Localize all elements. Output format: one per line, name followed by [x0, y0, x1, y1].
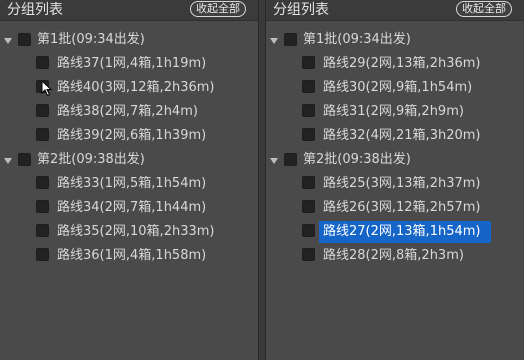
- group-label: 第1批(09:34出发): [37, 32, 145, 47]
- group-tree: 第1批(09:34出发) 路线29(2网,13箱,2h36m) 路线30(2网,…: [266, 30, 524, 270]
- route-row[interactable]: 路线28(2网,8箱,2h3m): [266, 246, 524, 270]
- group-row[interactable]: 第2批(09:38出发): [0, 150, 258, 174]
- route-checkbox[interactable]: [36, 56, 49, 69]
- panel-divider[interactable]: [258, 0, 266, 360]
- group-tree: 第1批(09:34出发) 路线37(1网,4箱,1h19m) 路线40(3网,1…: [0, 30, 258, 270]
- route-label: 路线36(1网,4箱,1h58m): [57, 248, 207, 263]
- route-row[interactable]: 路线33(1网,5箱,1h54m): [0, 174, 258, 198]
- route-checkbox[interactable]: [302, 200, 315, 213]
- collapse-all-button[interactable]: 收起全部: [456, 1, 512, 17]
- route-label: 路线30(2网,9箱,1h54m): [323, 80, 473, 95]
- group-row[interactable]: 第1批(09:34出发): [0, 30, 258, 54]
- route-row[interactable]: 路线30(2网,9箱,1h54m): [266, 78, 524, 102]
- expand-arrow-icon[interactable]: [270, 158, 278, 164]
- group-row[interactable]: 第1批(09:34出发): [266, 30, 524, 54]
- route-label: 路线35(2网,10箱,2h33m): [57, 224, 215, 239]
- route-row[interactable]: 路线32(4网,21箱,3h20m): [266, 126, 524, 150]
- panel-header: 分组列表 收起全部: [0, 0, 258, 21]
- group-checkbox[interactable]: [284, 153, 297, 166]
- route-row[interactable]: 路线40(3网,12箱,2h36m): [0, 78, 258, 102]
- route-row[interactable]: 路线36(1网,4箱,1h58m): [0, 246, 258, 270]
- route-row[interactable]: 路线25(3网,13箱,2h37m): [266, 174, 524, 198]
- route-label: 路线38(2网,7箱,2h4m): [57, 104, 198, 119]
- route-checkbox[interactable]: [36, 224, 49, 237]
- route-label: 路线27(2网,13箱,1h54m): [323, 224, 481, 239]
- panel-title: 分组列表: [7, 2, 63, 18]
- expand-arrow-icon[interactable]: [270, 38, 278, 44]
- route-checkbox[interactable]: [302, 56, 315, 69]
- mouse-pointer-icon: [41, 80, 53, 97]
- route-row[interactable]: 路线31(2网,9箱,2h9m): [266, 102, 524, 126]
- route-label: 路线32(4网,21箱,3h20m): [323, 128, 481, 143]
- route-checkbox[interactable]: [36, 200, 49, 213]
- route-label: 路线33(1网,5箱,1h54m): [57, 176, 207, 191]
- route-checkbox[interactable]: [302, 104, 315, 117]
- route-label: 路线29(2网,13箱,2h36m): [323, 56, 481, 71]
- group-label: 第2批(09:38出发): [303, 152, 411, 167]
- route-row-selected[interactable]: 路线27(2网,13箱,1h54m): [266, 221, 524, 246]
- route-row[interactable]: 路线34(2网,7箱,1h44m): [0, 198, 258, 222]
- route-label: 路线28(2网,8箱,2h3m): [323, 248, 464, 263]
- group-label: 第1批(09:34出发): [303, 32, 411, 47]
- panel-header: 分组列表 收起全部: [266, 0, 524, 21]
- route-checkbox[interactable]: [302, 80, 315, 93]
- route-label: 路线34(2网,7箱,1h44m): [57, 200, 207, 215]
- route-checkbox[interactable]: [36, 248, 49, 261]
- route-row[interactable]: 路线37(1网,4箱,1h19m): [0, 54, 258, 78]
- route-label: 路线37(1网,4箱,1h19m): [57, 56, 207, 71]
- route-label: 路线39(2网,6箱,1h39m): [57, 128, 207, 143]
- panel-title: 分组列表: [273, 2, 329, 18]
- route-label: 路线26(3网,12箱,2h57m): [323, 200, 481, 215]
- route-row[interactable]: 路线39(2网,6箱,1h39m): [0, 126, 258, 150]
- collapse-all-button[interactable]: 收起全部: [190, 1, 246, 17]
- group-checkbox[interactable]: [18, 153, 31, 166]
- group-checkbox[interactable]: [18, 33, 31, 46]
- expand-arrow-icon[interactable]: [4, 158, 12, 164]
- route-checkbox[interactable]: [302, 128, 315, 141]
- route-row[interactable]: 路线38(2网,7箱,2h4m): [0, 102, 258, 126]
- route-label: 路线31(2网,9箱,2h9m): [323, 104, 464, 119]
- route-checkbox[interactable]: [302, 248, 315, 261]
- route-row[interactable]: 路线29(2网,13箱,2h36m): [266, 54, 524, 78]
- group-list-panel-right: 分组列表 收起全部 第1批(09:34出发) 路线29(2网,13箱,2h36m…: [266, 0, 524, 360]
- route-label: 路线40(3网,12箱,2h36m): [57, 80, 215, 95]
- group-checkbox[interactable]: [284, 33, 297, 46]
- route-checkbox[interactable]: [36, 128, 49, 141]
- route-checkbox[interactable]: [302, 176, 315, 189]
- route-checkbox[interactable]: [36, 104, 49, 117]
- expand-arrow-icon[interactable]: [4, 38, 12, 44]
- group-row[interactable]: 第2批(09:38出发): [266, 150, 524, 174]
- route-checkbox[interactable]: [36, 176, 49, 189]
- route-checkbox[interactable]: [302, 224, 315, 237]
- route-row[interactable]: 路线35(2网,10箱,2h33m): [0, 222, 258, 246]
- route-label: 路线25(3网,13箱,2h37m): [323, 176, 481, 191]
- group-list-panel-left: 分组列表 收起全部 第1批(09:34出发) 路线37(1网,4箱,1h19m)…: [0, 0, 258, 360]
- group-label: 第2批(09:38出发): [37, 152, 145, 167]
- route-row[interactable]: 路线26(3网,12箱,2h57m): [266, 198, 524, 222]
